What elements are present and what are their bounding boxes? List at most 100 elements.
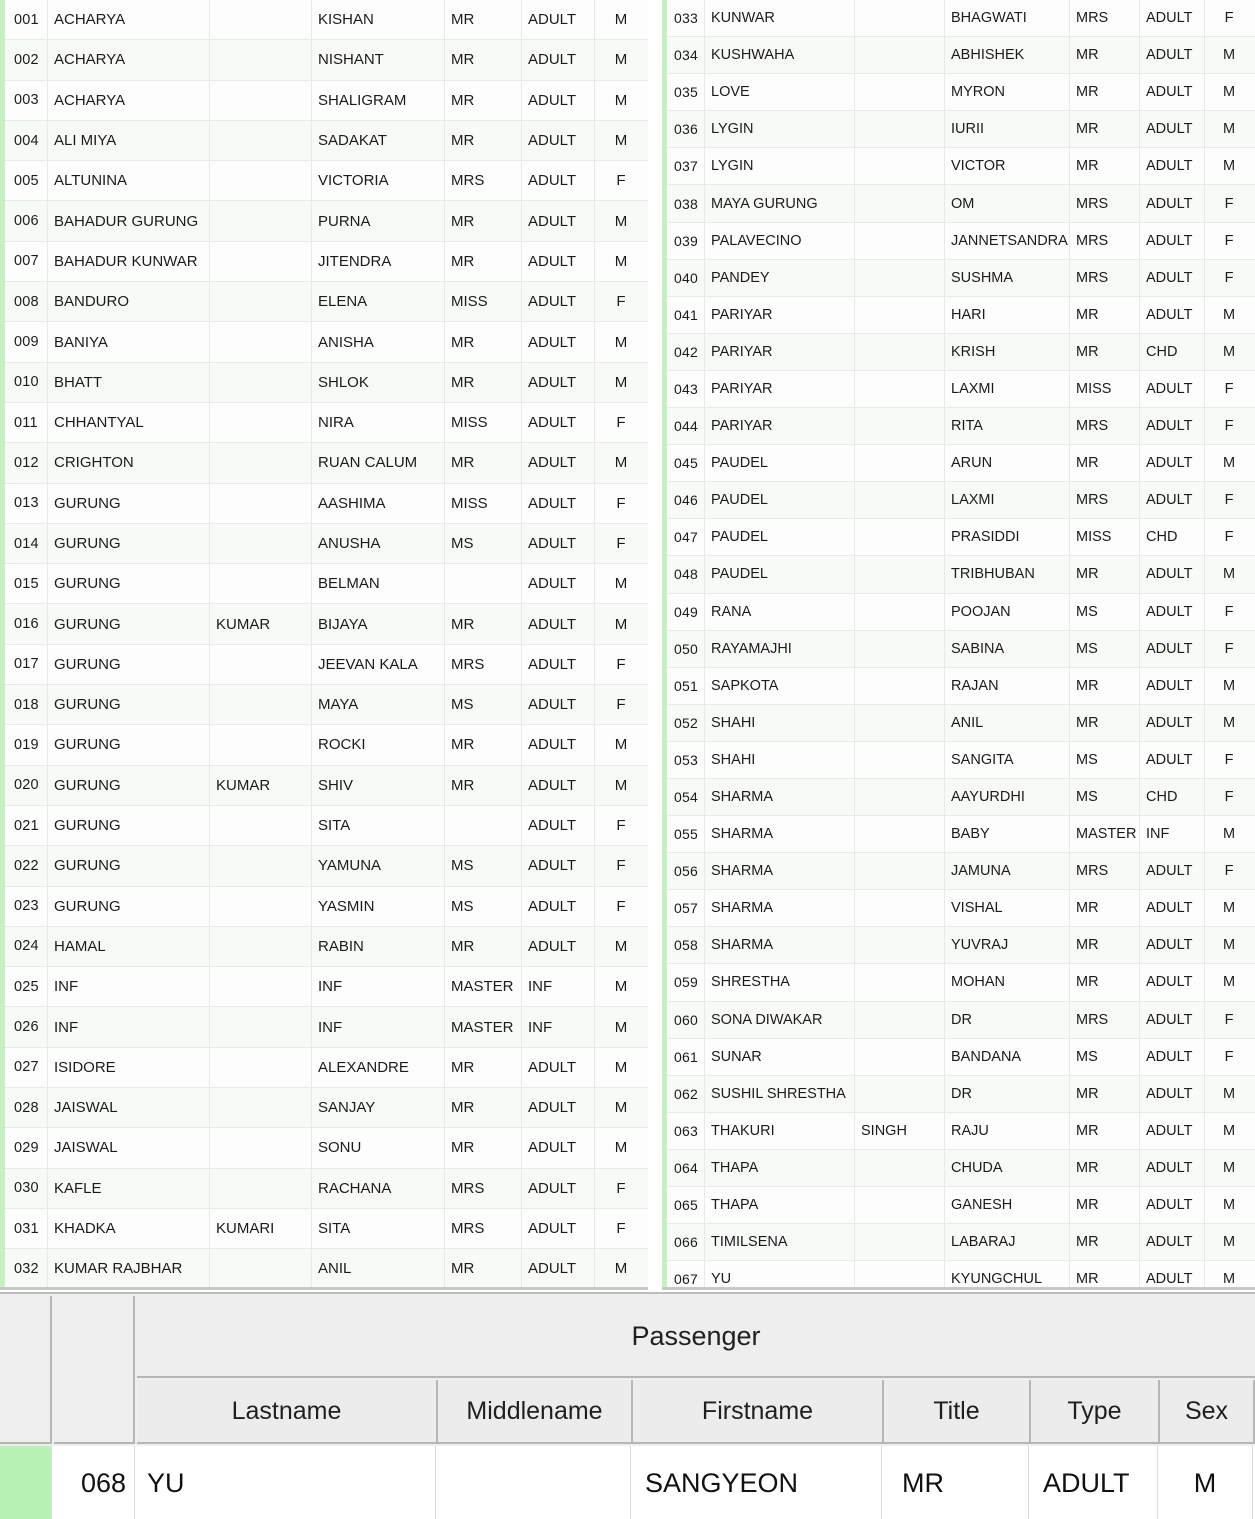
table-row[interactable]: 056 SHARMA JAMUNA MRS ADULT F [662,853,1255,891]
table-row[interactable]: 043 PARIYAR LAXMI MISS ADULT F [662,370,1255,409]
table-row[interactable]: 042 PARIYAR KRISH MR CHD M [662,333,1255,371]
column-header-lastname[interactable]: Lastname [137,1380,438,1444]
table-row[interactable]: 060 SONA DIWAKAR DR MRS ADULT F [662,1001,1255,1039]
detail-cell-sex[interactable]: M [1158,1446,1253,1519]
cell-type: ADULT [522,846,595,886]
table-row[interactable]: 013 GURUNG AASHIMA MISS ADULT F [0,483,648,524]
table-row[interactable]: 019 GURUNG ROCKI MR ADULT M [0,725,648,766]
table-row[interactable]: 047 PAUDEL PRASIDDI MISS CHD F [662,519,1255,557]
table-row[interactable]: 004 ALI MIYA SADAKAT MR ADULT M [0,120,648,162]
table-row[interactable]: 039 PALAVECINO JANNETSANDRA MRS ADULT F [662,222,1255,260]
column-header-middlename[interactable]: Middlename [438,1380,633,1444]
column-header-sex[interactable]: Sex [1160,1380,1255,1444]
table-row[interactable]: 065 THAPA GANESH MR ADULT M [662,1187,1255,1225]
table-row[interactable]: 034 KUSHWAHA ABHISHEK MR ADULT M [662,37,1255,75]
table-row[interactable]: 040 PANDEY SUSHMA MRS ADULT F [662,259,1255,297]
table-row[interactable]: 025 INF INF MASTER INF M [0,967,648,1008]
table-row[interactable]: 059 SHRESTHA MOHAN MR ADULT M [662,964,1255,1002]
table-row[interactable]: 050 RAYAMAJHI SABINA MS ADULT F [662,630,1255,668]
column-header-title[interactable]: Title [884,1380,1031,1444]
detail-cell-middlename[interactable] [436,1446,631,1519]
table-row[interactable]: 027 ISIDORE ALEXANDRE MR ADULT M [0,1047,648,1089]
table-row[interactable]: 058 SHARMA YUVRAJ MR ADULT M [662,927,1255,965]
table-row[interactable]: 063 THAKURI SINGH RAJU MR ADULT M [662,1112,1255,1150]
table-row[interactable]: 049 RANA POOJAN MS ADULT F [662,593,1255,631]
cell-type: CHD [1140,333,1205,370]
table-row[interactable]: 033 KUNWAR BHAGWATI MRS ADULT F [662,0,1255,38]
detail-cell-firstname[interactable]: SANGYEON [631,1446,882,1519]
row-selection-indicator[interactable] [0,1446,52,1519]
detail-cell-lastname[interactable]: YU [135,1446,436,1519]
table-row[interactable]: 028 JAISWAL SANJAY MR ADULT M [0,1088,648,1129]
passenger-list-pane-right[interactable]: 033 KUNWAR BHAGWATI MRS ADULT F 034 KUSHWAHA ABH… [662,0,1255,1290]
table-row[interactable]: 022 GURUNG YAMUNA MS ADULT F [0,846,648,887]
cell-middlename [855,630,945,667]
table-row[interactable]: 053 SHAHI SANGITA MS ADULT F [662,741,1255,779]
table-row[interactable]: 062 SUSHIL SHRESTHA DR MR ADULT M [662,1075,1255,1113]
detail-corner-selector[interactable] [0,1296,52,1444]
table-row[interactable]: 066 TIMILSENA LABARAJ MR ADULT M [662,1224,1255,1262]
table-row[interactable]: 035 LOVE MYRON MR ADULT M [662,74,1255,112]
table-row[interactable]: 057 SHARMA VISHAL MR ADULT M [662,890,1255,928]
detail-corner-index[interactable] [54,1296,135,1444]
table-row[interactable]: 007 BAHADUR KUNWAR JITENDRA MR ADULT M [0,241,648,283]
column-header-firstname[interactable]: Firstname [633,1380,884,1444]
table-row[interactable]: 006 BAHADUR GURUNG PURNA MR ADULT M [0,201,648,242]
table-row[interactable]: 005 ALTUNINA VICTORIA MRS ADULT F [0,161,648,202]
table-row[interactable]: 001 ACHARYA KISHAN MR ADULT M [0,0,648,41]
passenger-manifest-screen: 001 ACHARYA KISHAN MR ADULT M 002 ACHARYA NISHAN… [0,0,1255,1519]
table-row[interactable]: 044 PARIYAR RITA MRS ADULT F [662,408,1255,446]
cell-middlename [210,1007,312,1047]
table-row[interactable]: 010 BHATT SHLOK MR ADULT M [0,362,648,403]
detail-cell-title[interactable]: MR [882,1446,1029,1519]
cell-type: ADULT [1140,185,1205,222]
passenger-rows-left: 001 ACHARYA KISHAN MR ADULT M 002 ACHARYA NISHAN… [0,0,648,1287]
cell-type: ADULT [1140,0,1205,37]
table-row[interactable]: 038 MAYA GURUNG OM MRS ADULT F [662,185,1255,223]
table-row[interactable]: 017 GURUNG JEEVAN KALA MRS ADULT F [0,644,648,686]
table-row[interactable]: 008 BANDURO ELENA MISS ADULT F [0,282,648,323]
cell-title: MR [1070,1261,1140,1287]
table-row[interactable]: 064 THAPA CHUDA MR ADULT M [662,1149,1255,1187]
column-header-type[interactable]: Type [1031,1380,1160,1444]
table-row[interactable]: 045 PAUDEL ARUN MR ADULT M [662,445,1255,483]
table-row[interactable]: 023 GURUNG YASMIN MS ADULT F [0,886,648,927]
table-row[interactable]: 054 SHARMA AAYURDHI MS CHD F [662,778,1255,817]
table-row[interactable]: 031 KHADKA KUMARI SITA MRS ADULT F [0,1208,648,1250]
table-row[interactable]: 002 ACHARYA NISHANT MR ADULT M [0,40,648,81]
table-row[interactable]: 009 BANIYA ANISHA MR ADULT M [0,322,648,363]
table-row[interactable]: 067 YU KYUNGCHUL MR ADULT M [662,1261,1255,1287]
table-row[interactable]: 052 SHAHI ANIL MR ADULT M [662,704,1255,742]
table-row[interactable]: 012 CRIGHTON RUAN CALUM MR ADULT M [0,443,648,484]
table-row[interactable]: 048 PAUDEL TRIBHUBAN MR ADULT M [662,556,1255,594]
table-row[interactable]: 003 ACHARYA SHALIGRAM MR ADULT M [0,80,648,121]
table-row[interactable]: 024 HAMAL RABIN MR ADULT M [0,926,648,968]
table-row[interactable]: 046 PAUDEL LAXMI MRS ADULT F [662,482,1255,520]
cell-id: 065 [662,1187,705,1224]
table-row[interactable]: 021 GURUNG SITA ADULT F [0,805,648,847]
cell-firstname: VISHAL [945,890,1070,927]
table-row[interactable]: 036 LYGIN IURII MR ADULT M [662,111,1255,149]
cell-firstname: LAXMI [945,482,1070,519]
table-row[interactable]: 030 KAFLE RACHANA MRS ADULT F [0,1168,648,1209]
passenger-list-pane-left[interactable]: 001 ACHARYA KISHAN MR ADULT M 002 ACHARYA NISHAN… [0,0,648,1290]
table-row[interactable]: 061 SUNAR BANDANA MS ADULT F [662,1038,1255,1076]
table-row[interactable]: 051 SAPKOTA RAJAN MR ADULT M [662,667,1255,705]
table-row[interactable]: 032 KUMAR RAJBHAR ANIL MR ADULT M [0,1249,648,1287]
table-row[interactable]: 011 CHHANTYAL NIRA MISS ADULT F [0,402,648,444]
table-row[interactable]: 055 SHARMA BABY MASTER INF M [662,816,1255,854]
cell-type: ADULT [522,523,595,564]
table-row[interactable]: 020 GURUNG KUMAR SHIV MR ADULT M [0,765,648,806]
table-row[interactable]: 029 JAISWAL SONU MR ADULT M [0,1128,648,1169]
cell-title: MR [1070,890,1140,927]
table-row[interactable]: 016 GURUNG KUMAR BIJAYA MR ADULT M [0,604,648,645]
table-row[interactable]: 026 INF INF MASTER INF M [0,1007,648,1048]
table-row[interactable]: 018 GURUNG MAYA MS ADULT F [0,685,648,726]
table-row[interactable]: 041 PARIYAR HARI MR ADULT M [662,296,1255,334]
cell-firstname: JITENDRA [312,241,445,282]
detail-cell-type[interactable]: ADULT [1029,1446,1158,1519]
table-row[interactable]: 014 GURUNG ANUSHA MS ADULT F [0,523,648,565]
detail-selected-row[interactable]: 068 YU SANGYEON MR ADULT M [0,1446,1255,1519]
table-row[interactable]: 037 LYGIN VICTOR MR ADULT M [662,148,1255,186]
table-row[interactable]: 015 GURUNG BELMAN ADULT M [0,564,648,605]
